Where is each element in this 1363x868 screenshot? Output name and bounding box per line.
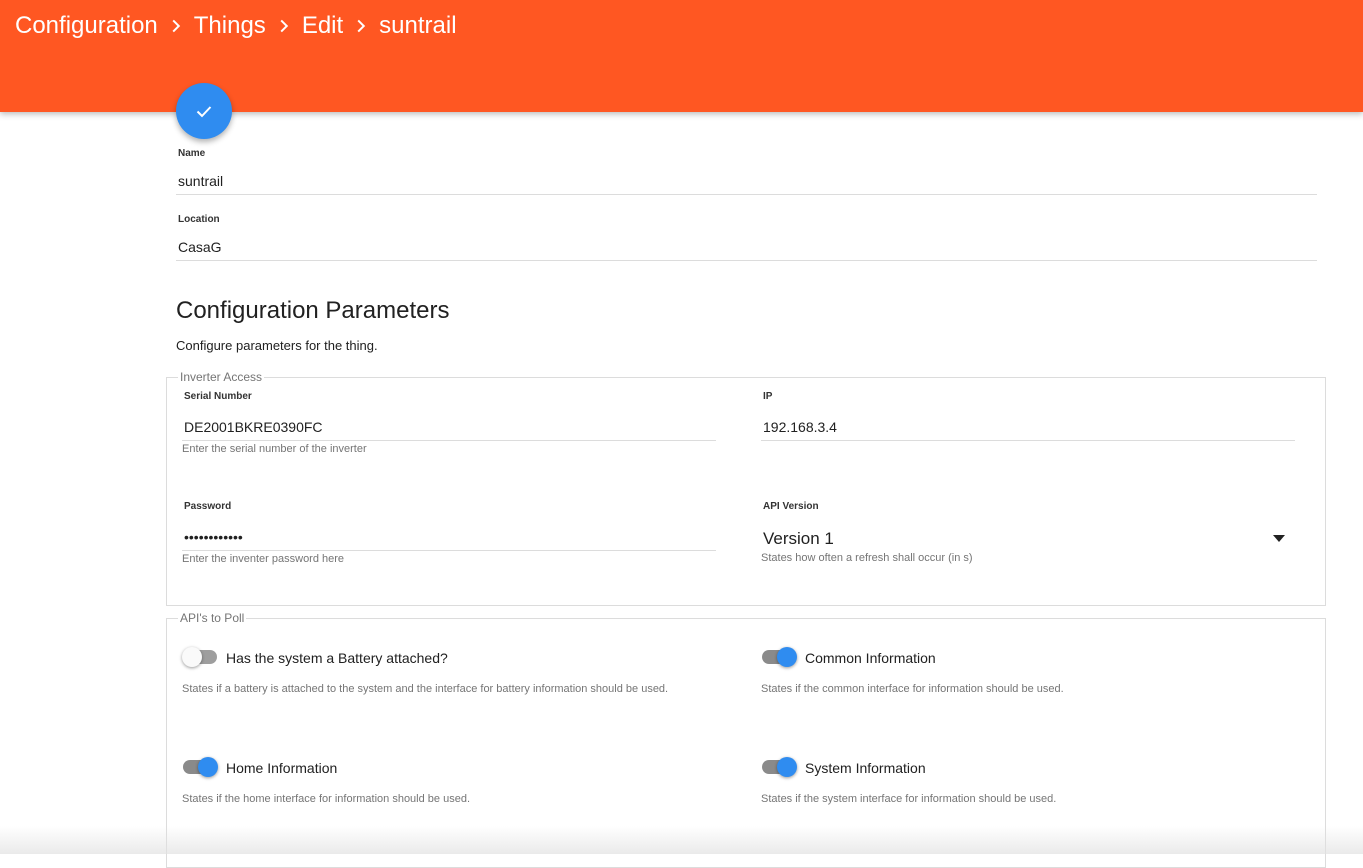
location-label: Location (178, 214, 220, 225)
breadcrumb-thing-name: suntrail (379, 12, 457, 39)
common-information-label: Common Information (805, 650, 936, 666)
serial-number-input[interactable] (182, 414, 716, 441)
save-button[interactable] (176, 83, 232, 139)
location-input[interactable] (176, 234, 1317, 261)
apis-to-poll-legend: API's to Poll (178, 611, 247, 625)
api-version-select[interactable]: Version 1 (761, 526, 1295, 552)
battery-toggle-label: Has the system a Battery attached? (226, 650, 448, 666)
breadcrumb-things[interactable]: Things (194, 12, 266, 40)
battery-toggle-thumb (182, 647, 202, 667)
inverter-access-group: Inverter Access (166, 370, 1326, 606)
check-icon (196, 106, 212, 118)
system-information-toggle[interactable] (761, 757, 797, 777)
password-label: Password (184, 501, 232, 512)
home-information-toggle[interactable] (182, 757, 218, 777)
config-section-title: Configuration Parameters (176, 297, 450, 324)
serial-number-hint: Enter the serial number of the inverter (182, 443, 367, 455)
inverter-access-legend: Inverter Access (178, 370, 265, 384)
breadcrumb: Configuration Things Edit suntrail (15, 10, 457, 42)
home-information-label: Home Information (226, 760, 338, 776)
common-toggle-thumb (777, 647, 797, 667)
chevron-right-icon (343, 19, 379, 33)
api-version-value: Version 1 (763, 529, 834, 548)
dropdown-arrow-icon[interactable] (1273, 535, 1285, 542)
ip-input[interactable] (761, 414, 1295, 441)
breadcrumb-configuration[interactable]: Configuration (15, 12, 158, 40)
home-information-hint: States if the home interface for informa… (182, 793, 470, 805)
ip-label: IP (763, 391, 773, 402)
chevron-right-icon (158, 19, 194, 33)
system-information-label: System Information (805, 760, 926, 776)
home-toggle-thumb (198, 757, 218, 777)
password-input[interactable] (182, 524, 716, 551)
config-section-description: Configure parameters for the thing. (176, 338, 378, 353)
api-version-hint: States how often a refresh shall occur (… (761, 552, 973, 564)
breadcrumb-edit[interactable]: Edit (302, 12, 343, 40)
battery-toggle[interactable] (182, 647, 218, 667)
system-toggle-thumb (777, 757, 797, 777)
system-information-hint: States if the system interface for infor… (761, 793, 1057, 805)
common-information-toggle[interactable] (761, 647, 797, 667)
name-input[interactable] (176, 168, 1317, 195)
password-hint: Enter the inventer password here (182, 553, 345, 565)
name-label: Name (178, 148, 206, 159)
api-version-label: API Version (763, 501, 819, 512)
serial-number-label: Serial Number (184, 391, 252, 402)
common-information-hint: States if the common interface for infor… (761, 683, 1064, 695)
battery-hint: States if a battery is attached to the s… (182, 683, 669, 695)
chevron-right-icon (266, 19, 302, 33)
